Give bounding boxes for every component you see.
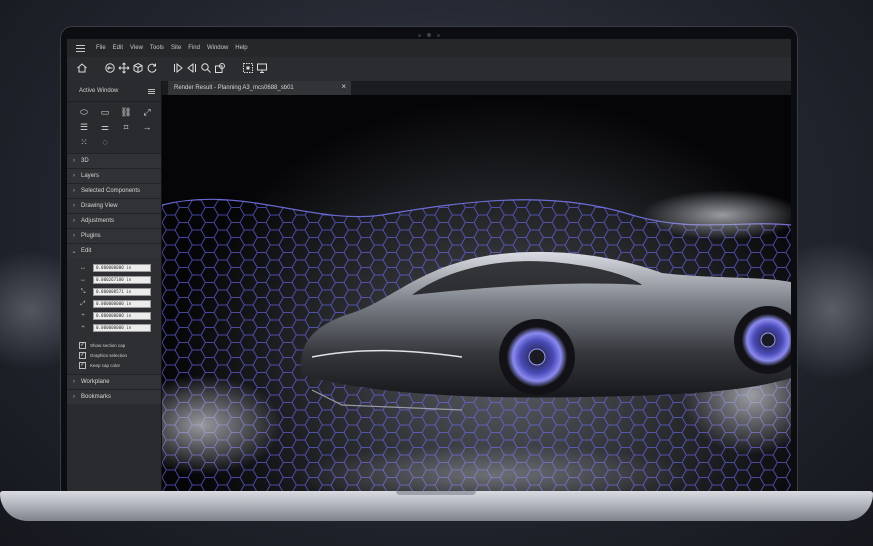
menu-bar: File Edit View Tools Site Find Window He…	[67, 39, 791, 57]
select-box-icon[interactable]	[241, 62, 255, 76]
link-tool-icon[interactable]: ⛓	[118, 106, 134, 119]
height-icon: ÷	[81, 325, 85, 331]
edit-field-4[interactable]	[93, 300, 151, 308]
chevron-right-icon: ›	[73, 203, 75, 209]
sensor-dot	[437, 33, 440, 37]
field-row: ↔	[67, 274, 161, 286]
panel-title: Active Window	[79, 88, 119, 94]
cube-icon[interactable]	[131, 62, 145, 76]
sensor-dot	[418, 33, 421, 37]
field-row: ÷	[67, 322, 161, 334]
chevron-right-icon: ›	[73, 188, 75, 194]
tab-render-result[interactable]: Render Result - Planning A3_mcs0688_sb01…	[168, 81, 351, 95]
lid-opening-notch	[396, 491, 476, 495]
lasso-tool-icon[interactable]: ◌	[97, 136, 113, 149]
render-image	[162, 190, 791, 491]
arrow-tool-icon[interactable]: →	[139, 121, 155, 134]
chevron-right-icon: ›	[73, 158, 75, 164]
sliders-tool-icon[interactable]: ⚌	[97, 121, 113, 134]
grid-tool-icon[interactable]: ⁙	[76, 136, 92, 149]
menu-find[interactable]: Find	[188, 45, 200, 51]
menu-window[interactable]: Window	[207, 45, 228, 51]
checkbox-graphics-selection[interactable]: ✓ Graphics selection	[67, 350, 161, 360]
rectangle-tool-icon[interactable]: ▭	[97, 106, 113, 119]
checkbox-icon: ✓	[79, 351, 86, 359]
diagonal-icon: ⤡	[80, 288, 86, 295]
expand-tool-icon[interactable]: ⤢	[139, 106, 155, 119]
field-row: ⤢	[67, 298, 161, 310]
pan-icon[interactable]	[117, 62, 131, 76]
menu-file[interactable]: File	[96, 45, 106, 51]
height-icon: ÷	[81, 313, 85, 319]
section-edit[interactable]: ⌄ Edit	[67, 243, 161, 258]
play-back-icon[interactable]	[185, 62, 199, 76]
section-adjustments[interactable]: › Adjustments	[67, 213, 161, 228]
chevron-right-icon: ›	[73, 218, 75, 224]
menu-view[interactable]: View	[130, 45, 143, 51]
edit-field-1[interactable]	[93, 264, 151, 272]
render-viewport[interactable]	[162, 95, 791, 491]
ellipse-tool-icon[interactable]: ⬭	[76, 106, 92, 119]
edit-section-body: ↔ ↔ ⤡ ⤢ ÷ ÷ ✓Show section cap ✓Graphics …	[67, 258, 161, 374]
refresh-icon[interactable]	[145, 62, 159, 76]
edit-field-6[interactable]	[93, 324, 151, 332]
field-row: ÷	[67, 310, 161, 322]
camera-bar	[61, 31, 797, 39]
checkbox-show-section-cap[interactable]: ✓ Show section cap	[67, 340, 161, 350]
edit-field-3[interactable]	[93, 288, 151, 296]
section-drawing-view[interactable]: › Drawing View	[67, 198, 161, 213]
panel-header: Active Window	[67, 81, 161, 102]
section-bookmarks[interactable]: › Bookmarks	[67, 389, 161, 404]
list-tool-icon[interactable]: ☰	[76, 121, 92, 134]
checkbox-keep-cap-color[interactable]: ✓ Keep cap color	[67, 360, 161, 370]
section-layers[interactable]: › Layers	[67, 168, 161, 183]
chevron-right-icon: ›	[73, 394, 75, 400]
close-icon[interactable]: ×	[341, 82, 346, 91]
orbit-icon[interactable]	[103, 62, 117, 76]
play-forward-icon[interactable]	[171, 62, 185, 76]
section-3d[interactable]: › 3D	[67, 153, 161, 168]
menu-site[interactable]: Site	[171, 45, 181, 51]
main-toolbar	[67, 57, 791, 82]
laptop-lid: File Edit View Tools Site Find Window He…	[60, 26, 798, 502]
display-icon[interactable]	[255, 62, 269, 76]
chevron-right-icon: ›	[73, 233, 75, 239]
webcam	[427, 33, 431, 37]
section-selected-components[interactable]: › Selected Components	[67, 183, 161, 198]
tab-title: Render Result - Planning A3_mcs0688_sb01	[174, 85, 294, 91]
checkbox-icon: ✓	[79, 341, 86, 349]
zoom-window-icon[interactable]	[213, 62, 227, 76]
chevron-right-icon: ›	[73, 379, 75, 385]
search-icon[interactable]	[199, 62, 213, 76]
chevron-right-icon: ›	[73, 173, 75, 179]
tool-icon-grid: ⬭ ▭ ⛓ ⤢ ☰ ⚌ ⌗ → ⁙ ◌	[67, 102, 161, 153]
edit-field-2[interactable]	[93, 276, 151, 284]
width-icon: ↔	[80, 277, 86, 283]
panel-menu-icon[interactable]	[148, 88, 155, 94]
edit-field-5[interactable]	[93, 312, 151, 320]
active-window-panel: Active Window ⬭ ▭ ⛓ ⤢ ☰ ⚌ ⌗ → ⁙ ◌ › 3D › L…	[67, 81, 162, 491]
menu-edit[interactable]: Edit	[113, 45, 123, 51]
menu-help[interactable]: Help	[235, 45, 247, 51]
checkbox-icon: ✓	[79, 361, 86, 369]
screen: File Edit View Tools Site Find Window He…	[67, 39, 791, 491]
section-workplane[interactable]: › Workplane	[67, 374, 161, 389]
crop-tool-icon[interactable]: ⌗	[118, 121, 134, 134]
section-plugins[interactable]: › Plugins	[67, 228, 161, 243]
chevron-down-icon: ⌄	[71, 248, 77, 255]
width-icon: ↔	[80, 265, 86, 271]
hamburger-menu-icon[interactable]	[71, 39, 89, 57]
menu-tools[interactable]: Tools	[150, 45, 164, 51]
laptop-base	[0, 491, 873, 521]
home-icon[interactable]	[75, 62, 89, 76]
field-row: ↔	[67, 262, 161, 274]
field-row: ⤡	[67, 286, 161, 298]
diagonal-icon: ⤢	[80, 300, 86, 307]
